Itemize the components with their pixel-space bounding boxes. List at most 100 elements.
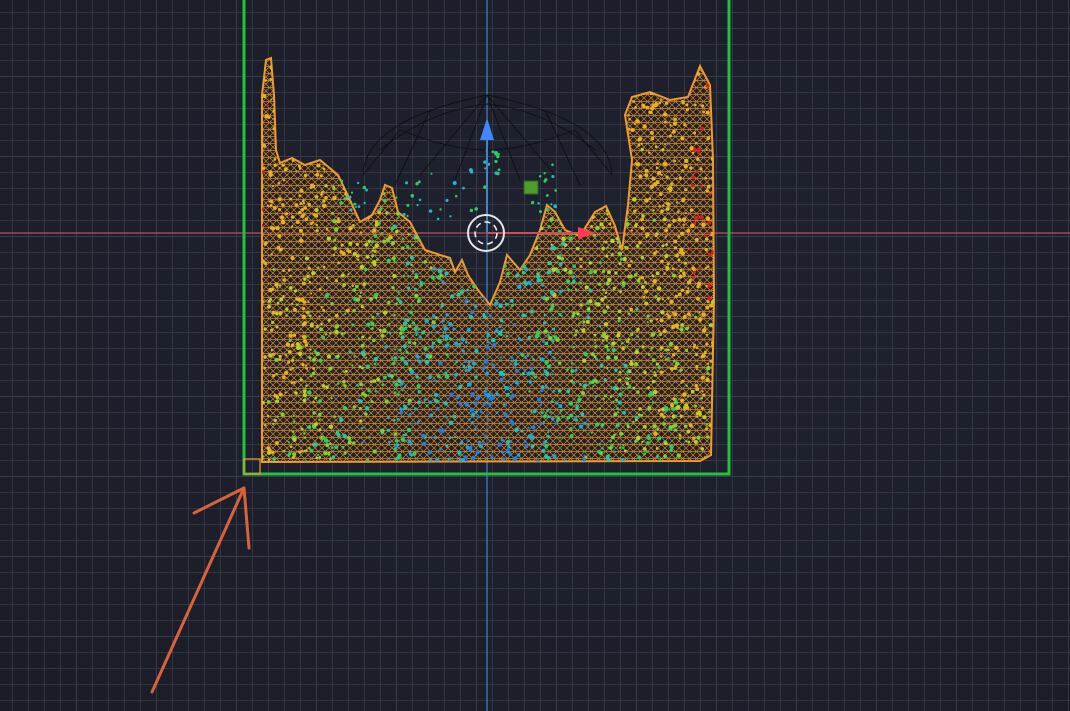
fluid-particle	[437, 374, 441, 379]
fluid-particle	[614, 271, 618, 275]
fluid-particle	[314, 207, 319, 213]
fluid-particle	[656, 286, 662, 291]
spray-droplet	[339, 201, 343, 205]
fluid-particle	[617, 319, 621, 323]
fluid-particle	[686, 312, 691, 316]
fluid-particle	[627, 127, 631, 131]
fluid-particle	[681, 199, 685, 203]
fluid-particle	[686, 280, 691, 285]
fluid-mesh[interactable]	[261, 56, 716, 464]
fluid-particle	[259, 73, 262, 76]
fluid-particle	[423, 260, 428, 264]
fluid-particle	[373, 107, 378, 112]
fluid-particle	[589, 290, 592, 293]
fluid-particle	[617, 316, 621, 320]
fluid-particle	[713, 375, 714, 379]
fluid-particle	[679, 328, 684, 332]
fluid-particle	[398, 108, 403, 112]
fluid-particle	[529, 366, 534, 371]
transform-gizmo[interactable]	[467, 118, 596, 252]
fluid-particle	[676, 453, 682, 458]
fluid-particle	[448, 436, 452, 440]
fluid-particle	[421, 433, 426, 439]
fluid-particle	[520, 353, 525, 357]
fluid-particle	[495, 369, 499, 372]
force-field-handle-icon[interactable]	[523, 180, 539, 195]
fluid-particle	[352, 308, 356, 313]
fluid-particle	[358, 192, 361, 196]
fluid-particle	[314, 396, 318, 400]
fluid-particle	[568, 401, 573, 406]
fluid-particle	[463, 255, 469, 260]
spray-droplet	[494, 151, 499, 156]
fluid-particle	[539, 422, 542, 425]
fluid-particle	[441, 280, 445, 284]
fluid-particle	[291, 158, 295, 162]
fluid-particle	[656, 83, 659, 86]
fluid-particle	[394, 369, 397, 372]
fluid-particle	[659, 318, 664, 323]
fluid-particle	[363, 119, 368, 124]
fluid-particle	[532, 357, 535, 361]
fluid-particle	[445, 68, 449, 73]
fluid-particle	[449, 105, 453, 109]
z-arrow-gizmo[interactable]	[480, 118, 494, 140]
fluid-particle	[298, 228, 303, 233]
fluid-particle	[497, 133, 502, 138]
fluid-particle	[293, 381, 296, 384]
fluid-particle	[705, 83, 710, 88]
fluid-particle	[584, 250, 587, 253]
fluid-particle	[420, 97, 423, 100]
fluid-particle	[262, 166, 266, 170]
fluid-particle	[315, 223, 318, 227]
fluid-particle	[653, 182, 658, 187]
fluid-particle	[369, 83, 374, 88]
fluid-particle	[404, 433, 407, 437]
fluid-particle	[577, 397, 582, 403]
fluid-particle	[313, 103, 318, 108]
fluid-particle	[676, 405, 681, 410]
fluid-particle	[660, 98, 663, 101]
fluid-particle	[275, 440, 279, 445]
fluid-particle	[289, 368, 292, 371]
fluid-particle	[329, 75, 333, 80]
fluid-particle	[517, 337, 521, 341]
fluid-particle	[665, 267, 669, 271]
fluid-particle	[346, 175, 350, 179]
fluid-particle	[643, 452, 646, 456]
spray-droplet	[356, 181, 360, 185]
fluid-particle	[293, 420, 296, 424]
spray-droplet	[496, 155, 500, 159]
fluid-particle	[526, 206, 530, 210]
fluid-particle	[564, 74, 567, 77]
fluid-particle	[332, 253, 336, 256]
fluid-particle	[662, 80, 666, 84]
viewport-canvas[interactable]	[0, 0, 1070, 711]
fluid-particle	[312, 401, 316, 404]
fluid-particle	[572, 275, 575, 279]
fluid-particle	[644, 88, 648, 92]
fluid-particle	[600, 297, 605, 302]
fluid-particle	[362, 67, 366, 71]
fluid-particle	[530, 208, 535, 213]
fluid-particle	[606, 348, 610, 352]
fluid-particle	[597, 90, 602, 95]
fluid-particle	[334, 150, 338, 154]
fluid-particle	[272, 457, 276, 461]
fluid-particle	[327, 318, 331, 322]
fluid-particle	[263, 261, 268, 266]
fluid-particle	[318, 455, 322, 459]
fluid-particle	[713, 138, 714, 142]
origin-corner-marker[interactable]	[243, 458, 261, 475]
fluid-particle	[383, 310, 388, 315]
fluid-particle	[376, 241, 379, 244]
fluid-particle	[715, 130, 717, 132]
fluid-particle	[449, 83, 452, 87]
fluid-particle	[663, 272, 666, 275]
fluid-particle	[558, 404, 563, 409]
fluid-particle	[705, 435, 710, 439]
fluid-particle	[462, 192, 465, 196]
fluid-particle	[635, 244, 640, 248]
3d-viewport[interactable]	[0, 0, 1070, 711]
fluid-particle	[387, 124, 390, 127]
